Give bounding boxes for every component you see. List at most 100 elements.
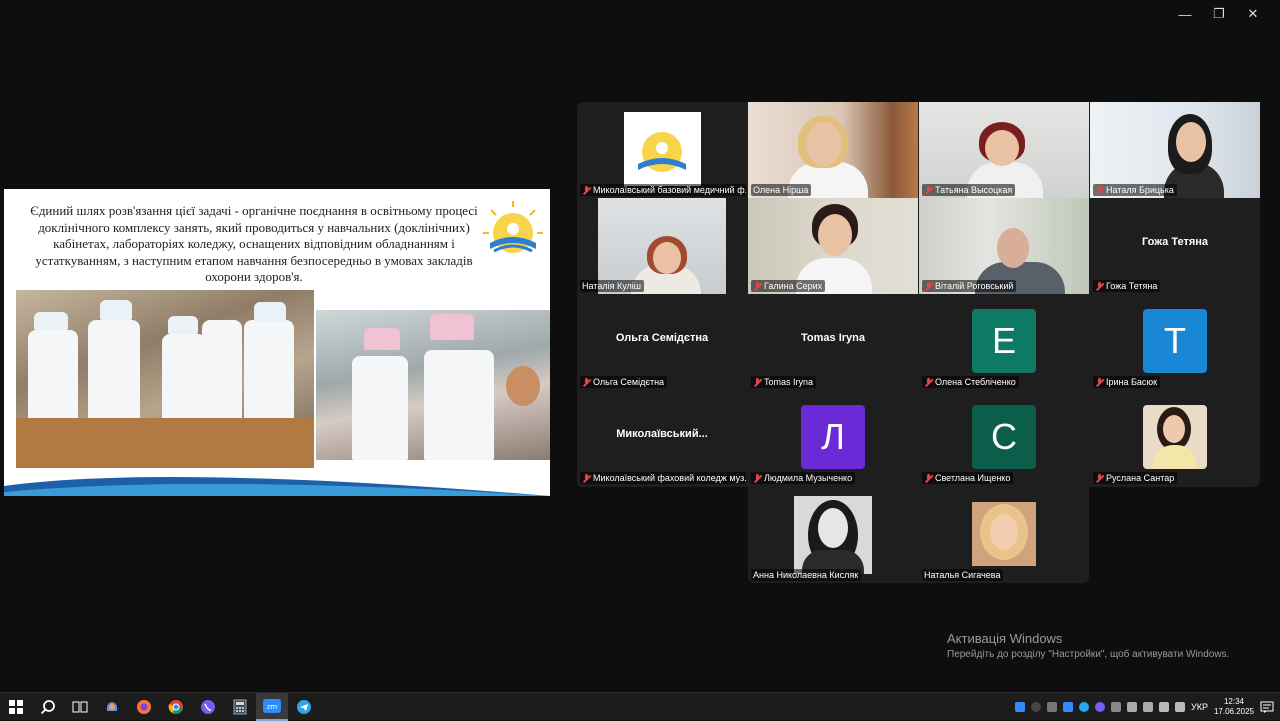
mic-muted-icon xyxy=(924,473,933,483)
tray-app-icon[interactable] xyxy=(1078,702,1089,712)
taskbar-app-telegram[interactable] xyxy=(288,693,320,721)
mic-muted-icon xyxy=(1095,473,1104,483)
participant-gallery-last-row: Анна Николаевна Кисляк Наталья Сигачева xyxy=(748,487,1089,583)
participant-photo xyxy=(794,496,872,574)
mic-muted-icon xyxy=(753,377,762,387)
participant-tile[interactable]: Наталія Куліш xyxy=(577,198,747,294)
participant-name: Светлана Ищенко xyxy=(935,473,1011,483)
participant-avatar: Л xyxy=(801,405,865,469)
participant-tile[interactable]: С Светлана Ищенко xyxy=(919,390,1089,486)
participant-avatar: T xyxy=(1143,309,1207,373)
tray-app-icon[interactable] xyxy=(1110,702,1121,712)
mic-muted-icon xyxy=(1095,281,1104,291)
windows-activation-watermark: Активація Windows Перейдіть до розділу "… xyxy=(947,631,1229,660)
tray-app-icon[interactable] xyxy=(1094,702,1105,712)
participant-tile[interactable]: Анна Николаевна Кисляк xyxy=(748,487,918,583)
task-view-button[interactable] xyxy=(64,693,96,721)
participant-tile[interactable]: Галина Серих xyxy=(748,198,918,294)
search-icon xyxy=(40,699,55,714)
tray-app-icon[interactable] xyxy=(1142,702,1153,712)
window-controls: — ❐ ✕ xyxy=(1168,4,1270,24)
lab-photo-students xyxy=(16,290,314,468)
participant-display-name: Ольга Семідєтна xyxy=(615,332,709,344)
mic-muted-icon xyxy=(924,281,933,291)
notifications-icon[interactable] xyxy=(1260,700,1274,714)
mic-muted-icon xyxy=(582,473,591,483)
participant-tile[interactable]: E Олена Стебліченко xyxy=(919,294,1089,390)
participant-name: Миколаївський фаховий коледж муз... xyxy=(593,473,746,483)
language-indicator[interactable]: УКР xyxy=(1191,702,1208,712)
taskbar-app-calculator[interactable] xyxy=(224,693,256,721)
participant-tile[interactable]: Миколаївський базовий медичний ф... xyxy=(577,102,747,198)
participant-name: Наталія Куліш xyxy=(582,281,641,291)
taskbar-app-viber[interactable] xyxy=(192,693,224,721)
start-button[interactable] xyxy=(0,693,32,721)
telegram-icon xyxy=(297,699,311,714)
participant-tile-active-speaker[interactable]: Олена Нірша xyxy=(748,102,918,198)
system-tray: УКР 12:34 17.06.2025 xyxy=(1014,693,1280,721)
participant-display-name: Tomas Iryna xyxy=(801,332,865,344)
viber-icon xyxy=(201,699,215,714)
restore-button[interactable]: ❐ xyxy=(1202,4,1236,24)
participant-tile[interactable]: Віталій Роговський xyxy=(919,198,1089,294)
clock-date: 17.06.2025 xyxy=(1213,707,1254,716)
mic-muted-icon xyxy=(924,185,933,195)
participant-gallery: Миколаївський базовий медичний ф... Олен… xyxy=(577,102,1260,487)
mic-muted-icon xyxy=(582,377,591,387)
zoom-icon: zm xyxy=(263,698,281,713)
participant-tile[interactable]: Tomas Iryna Tomas Iryna xyxy=(748,294,918,390)
participant-name: Миколаївський базовий медичний ф... xyxy=(593,185,746,195)
shared-slide: Єдиний шлях розв'язання цієї задачі - ор… xyxy=(4,189,550,496)
activation-subtitle: Перейдіть до розділу "Настройки", щоб ак… xyxy=(947,649,1230,660)
participant-name: Наталья Сигачева xyxy=(924,570,1001,580)
minimize-button[interactable]: — xyxy=(1168,4,1202,24)
participant-tile[interactable]: Наталья Сигачева xyxy=(919,487,1089,583)
participant-tile[interactable]: Л Людмила Музыченко xyxy=(748,390,918,486)
activation-title: Активація Windows xyxy=(947,631,1063,646)
participant-tile[interactable]: Миколаївський... Миколаївський фаховий к… xyxy=(577,390,747,486)
volume-icon[interactable] xyxy=(1174,702,1185,712)
tray-app-icon[interactable] xyxy=(1014,702,1025,712)
mic-muted-icon xyxy=(753,281,762,291)
slide-wave-decoration xyxy=(4,477,550,496)
mic-muted-icon xyxy=(582,185,591,195)
taskbar-app-zoom[interactable]: zm xyxy=(256,692,288,721)
college-logo-icon xyxy=(483,201,543,253)
calculator-icon xyxy=(233,699,247,714)
windows-logo-icon xyxy=(9,699,23,714)
participant-name: Анна Николаевна Кисляк xyxy=(753,570,859,580)
participant-tile[interactable]: Руслана Сантар xyxy=(1090,390,1260,486)
participant-name: Галина Серих xyxy=(764,281,823,291)
participant-name: Ольга Семідєтна xyxy=(593,377,665,387)
participant-tile[interactable]: Ольга Семідєтна Ольга Семідєтна xyxy=(577,294,747,390)
tray-app-icon[interactable] xyxy=(1030,702,1041,712)
mic-muted-icon xyxy=(924,377,933,387)
mic-muted-icon xyxy=(1095,377,1104,387)
taskbar-app-firefox[interactable] xyxy=(128,693,160,721)
svg-text:zm: zm xyxy=(267,703,278,711)
lab-photo-nurses xyxy=(316,310,550,460)
participant-name: Людмила Музыченко xyxy=(764,473,853,483)
participant-tile[interactable]: Гожа Тетяна Гожа Тетяна xyxy=(1090,198,1260,294)
task-view-icon xyxy=(72,701,88,712)
tray-app-icon[interactable] xyxy=(1126,702,1137,712)
participant-tile[interactable]: Татьяна Высоцкая xyxy=(919,102,1089,198)
network-icon[interactable] xyxy=(1158,702,1169,712)
participant-name: Tomas Iryna xyxy=(764,377,814,387)
taskbar-app-chrome[interactable] xyxy=(160,693,192,721)
taskbar-app-copilot[interactable] xyxy=(96,693,128,721)
close-button[interactable]: ✕ xyxy=(1236,4,1270,24)
mic-muted-icon xyxy=(753,473,762,483)
search-button[interactable] xyxy=(32,693,64,721)
participant-tile[interactable]: T Ірина Басюк xyxy=(1090,294,1260,390)
participant-photo xyxy=(972,502,1036,566)
slide-text: Єдиний шлях розв'язання цієї задачі - ор… xyxy=(30,203,478,284)
participant-tile[interactable]: Наталя Брицька xyxy=(1090,102,1260,198)
clock[interactable]: 12:34 17.06.2025 xyxy=(1214,697,1254,717)
participant-name: Олена Стебліченко xyxy=(935,377,1016,387)
participant-display-name: Гожа Тетяна xyxy=(1141,236,1209,248)
tray-app-icon[interactable] xyxy=(1046,702,1057,712)
tray-app-icon[interactable] xyxy=(1062,702,1073,712)
participant-photo xyxy=(1143,405,1207,469)
participant-name: Віталій Роговський xyxy=(935,281,1014,291)
